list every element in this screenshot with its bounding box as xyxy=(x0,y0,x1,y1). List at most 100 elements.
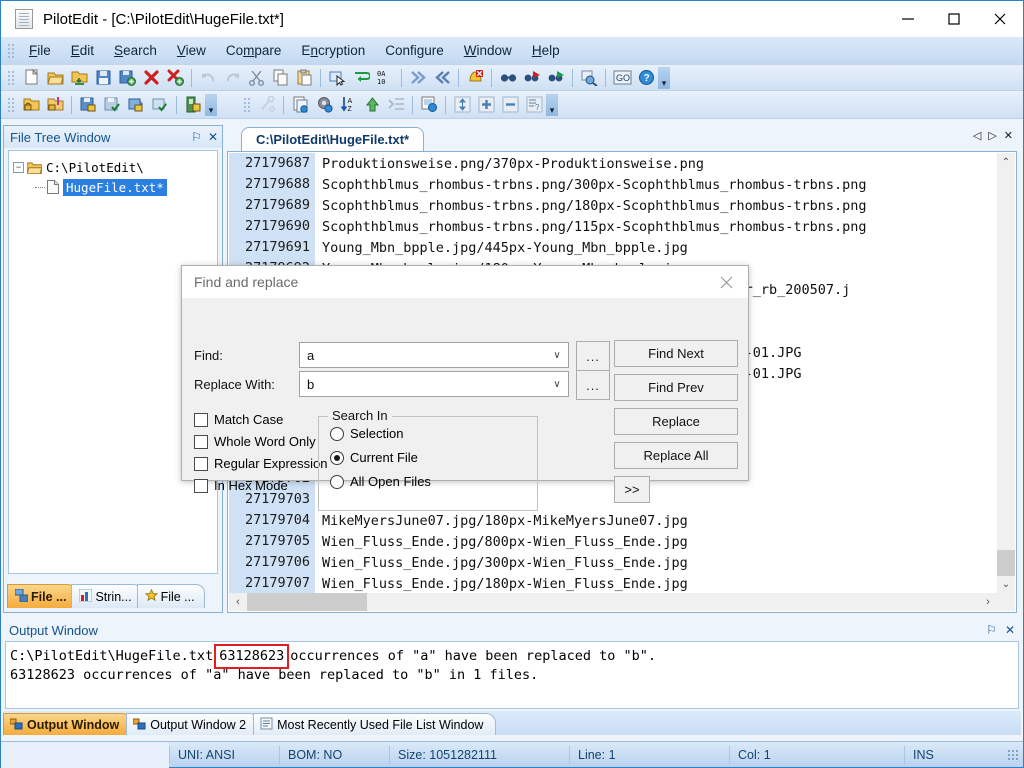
horizontal-scrollbar[interactable]: ‹ › xyxy=(229,593,997,611)
preview-icon[interactable] xyxy=(418,94,440,116)
toolbar-grip-icon[interactable] xyxy=(6,69,15,87)
regular-expression-checkbox[interactable]: Regular Expression xyxy=(194,456,327,471)
close-all-icon[interactable] xyxy=(164,67,186,89)
radio-button[interactable] xyxy=(330,451,344,465)
menu-configure[interactable]: Configure xyxy=(375,40,454,61)
goto-line-icon[interactable]: GO xyxy=(611,67,633,89)
vertical-scroll-thumb[interactable] xyxy=(997,550,1015,576)
toolbar-grip-icon[interactable] xyxy=(242,96,251,114)
undo-icon[interactable] xyxy=(197,67,219,89)
radio-button[interactable] xyxy=(330,427,344,441)
replace-browse-button[interactable]: ... xyxy=(576,370,610,400)
move-up-icon[interactable] xyxy=(361,94,383,116)
sort-az-icon[interactable]: AZ xyxy=(337,94,359,116)
list-icon[interactable]: ? xyxy=(523,94,545,116)
find-browse-button[interactable]: ... xyxy=(576,341,610,371)
code-line[interactable]: 27179705Wien_Fluss_Ende.jpg/800px-Wien_F… xyxy=(229,531,997,552)
tab-favorite-files[interactable]: File ... xyxy=(137,584,205,608)
open-encrypted-icon[interactable] xyxy=(20,94,42,116)
tab-file-tree[interactable]: File ... xyxy=(7,584,76,608)
code-line[interactable]: 27179691Young_Mbn_bpple.jpg/445px-Young_… xyxy=(229,237,997,258)
more-options-button[interactable]: >> xyxy=(614,476,650,503)
find-prev-icon[interactable] xyxy=(521,67,543,89)
tree-file-label[interactable]: HugeFile.txt* xyxy=(63,179,167,196)
save-icon[interactable] xyxy=(92,67,114,89)
radio-button[interactable] xyxy=(330,475,344,489)
replace-button[interactable]: Replace xyxy=(614,408,738,435)
menu-file[interactable]: File xyxy=(19,40,61,61)
menu-window[interactable]: Window xyxy=(454,40,522,61)
new-file-icon[interactable] xyxy=(20,67,42,89)
word-wrap-icon[interactable] xyxy=(350,67,372,89)
checkbox-box[interactable] xyxy=(194,435,208,449)
find-prev-button[interactable]: Find Prev xyxy=(614,374,738,401)
toolbar-overflow-button[interactable]: ▾ xyxy=(546,94,558,116)
toolbar-overflow-button[interactable]: ▾ xyxy=(205,94,217,116)
checkbox-box[interactable] xyxy=(194,413,208,427)
code-line[interactable]: 27179706Wien_Fluss_Ende.jpg/300px-Wien_F… xyxy=(229,552,997,573)
menu-edit[interactable]: Edit xyxy=(61,40,104,61)
find-input[interactable]: a ∨ xyxy=(299,342,569,368)
pin-icon[interactable]: ⚐ xyxy=(191,131,202,143)
vertical-scrollbar[interactable]: ⌃ ⌄ xyxy=(997,153,1015,593)
close-icon[interactable]: ✕ xyxy=(208,131,218,143)
encrypt-folder-icon[interactable] xyxy=(125,94,147,116)
close-button[interactable] xyxy=(977,1,1023,37)
pin-icon[interactable]: ⚐ xyxy=(986,624,997,636)
tab-next-icon[interactable]: ▷ xyxy=(988,129,996,142)
code-line[interactable]: 27179687Produktionsweise.png/370px-Produ… xyxy=(229,153,997,174)
key-icon[interactable] xyxy=(182,94,204,116)
chevron-down-icon[interactable]: ∨ xyxy=(546,379,568,390)
toolbar-grip-icon[interactable] xyxy=(6,96,15,114)
dialog-close-button[interactable] xyxy=(704,266,748,298)
editor-tab[interactable]: C:\PilotEdit\HugeFile.txt* xyxy=(241,127,424,151)
paste-icon[interactable] xyxy=(293,67,315,89)
menu-encryption[interactable]: Encryption xyxy=(291,40,375,61)
replace-all-button[interactable]: Replace All xyxy=(614,442,738,469)
save-encrypted-icon[interactable] xyxy=(44,94,66,116)
hex-view-icon[interactable]: 0A10 xyxy=(374,67,396,89)
match-case-checkbox[interactable]: Match Case xyxy=(194,412,283,427)
menu-compare[interactable]: Compare xyxy=(216,40,292,61)
save-all-icon[interactable] xyxy=(116,67,138,89)
find-next-icon[interactable] xyxy=(545,67,567,89)
code-line[interactable]: 27179688Scophthblmus_rhombus-trbns.png/3… xyxy=(229,174,997,195)
minus-icon[interactable] xyxy=(499,94,521,116)
tab-close-icon[interactable]: ✕ xyxy=(1004,129,1013,142)
tree-item-file[interactable]: HugeFile.txt* xyxy=(13,177,213,197)
tab-string-list[interactable]: Strin... xyxy=(71,584,141,608)
decrypt-folder-icon[interactable] xyxy=(149,94,171,116)
scroll-left-button[interactable]: ‹ xyxy=(229,593,247,611)
scroll-right-button[interactable]: › xyxy=(979,593,997,611)
compare-disabled-icon[interactable] xyxy=(256,94,278,116)
in-hex-mode-checkbox[interactable]: In Hex Mode xyxy=(194,478,288,493)
find-and-replace-dialog[interactable]: Find and replace Find: a ∨ ... Replace W… xyxy=(181,265,749,481)
scroll-up-button[interactable]: ⌃ xyxy=(997,153,1015,171)
radio-selection[interactable]: Selection xyxy=(330,426,403,441)
tab-output-window[interactable]: Output Window xyxy=(3,713,132,735)
horizontal-scroll-thumb[interactable] xyxy=(247,593,367,611)
whole-word-only-checkbox[interactable]: Whole Word Only xyxy=(194,434,316,449)
scroll-down-button[interactable]: ⌄ xyxy=(997,575,1015,593)
close-file-icon[interactable] xyxy=(140,67,162,89)
menu-view[interactable]: View xyxy=(167,40,216,61)
toolbar-overflow-button[interactable]: ▾ xyxy=(658,67,670,89)
encrypt-file-icon[interactable] xyxy=(77,94,99,116)
radio-all-open-files[interactable]: All Open Files xyxy=(330,474,431,489)
code-line[interactable]: 27179690Scophthblmus_rhombus-trbns.png/1… xyxy=(229,216,997,237)
cut-icon[interactable] xyxy=(245,67,267,89)
open-folder-icon[interactable] xyxy=(44,67,66,89)
plus-icon[interactable] xyxy=(475,94,497,116)
tab-prev-icon[interactable]: ◁ xyxy=(973,129,981,142)
tree-item-root[interactable]: − C:\PilotEdit\ xyxy=(13,157,213,177)
menu-search[interactable]: Search xyxy=(104,40,167,61)
indent-right-icon[interactable] xyxy=(407,67,429,89)
save-as-folder-icon[interactable] xyxy=(68,67,90,89)
find-replace-icon[interactable] xyxy=(578,67,600,89)
code-line[interactable]: 27179689Scophthblmus_rhombus-trbns.png/1… xyxy=(229,195,997,216)
output-window-body[interactable]: C:\PilotEdit\HugeFile.txt63128623occurre… xyxy=(5,641,1019,709)
checkbox-box[interactable] xyxy=(194,457,208,471)
radio-current-file[interactable]: Current File xyxy=(330,450,418,465)
indent-left-icon[interactable] xyxy=(431,67,453,89)
code-line[interactable]: 27179707Wien_Fluss_Ende.jpg/180px-Wien_F… xyxy=(229,573,997,593)
